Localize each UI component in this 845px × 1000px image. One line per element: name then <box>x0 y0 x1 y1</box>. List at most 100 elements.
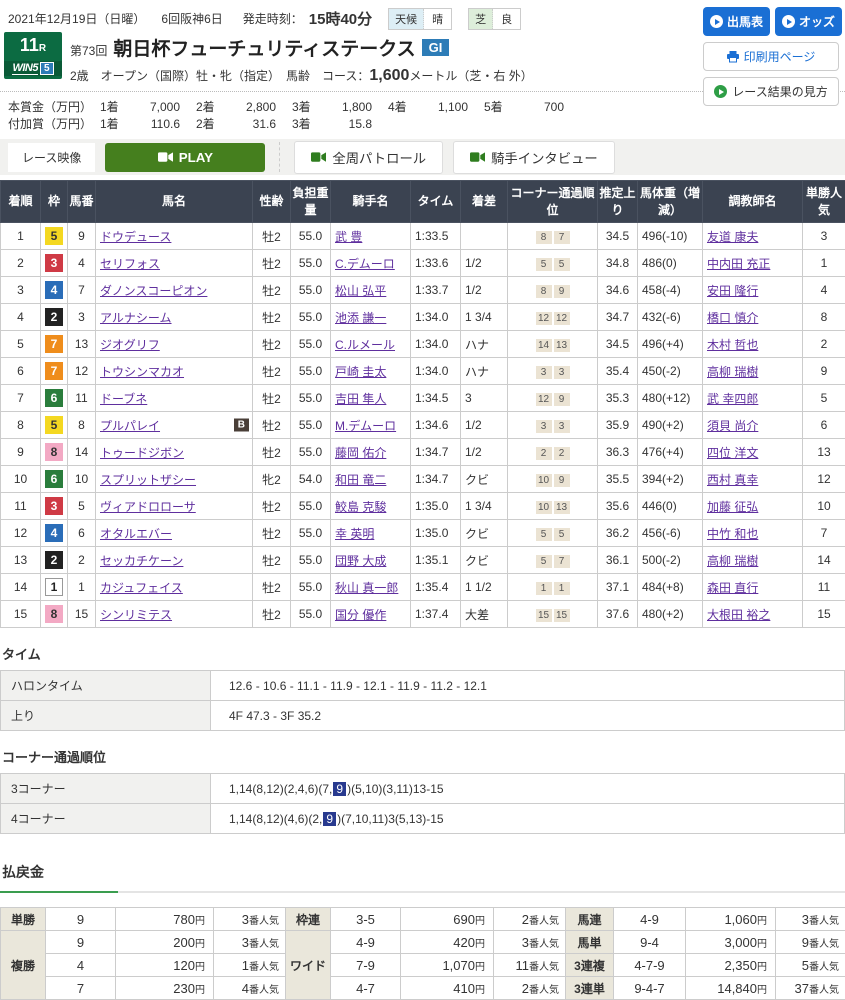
column-header: 騎手名 <box>331 181 411 223</box>
jockey-link[interactable]: 藤岡 佑介 <box>335 446 386 460</box>
finish-position: 9 <box>1 439 41 466</box>
trainer-link[interactable]: 中内田 充正 <box>707 257 770 271</box>
jockey-link[interactable]: M.デムーロ <box>335 419 396 433</box>
trainer-link[interactable]: 大根田 裕之 <box>707 608 770 622</box>
frame-number-badge: 1 <box>45 578 63 596</box>
horse-link[interactable]: セッカチケーン <box>100 554 183 568</box>
frame-cell: 6 <box>41 385 68 412</box>
play-button[interactable]: PLAY <box>105 143 265 172</box>
horse-name-cell: プルパレイB <box>96 412 253 439</box>
finish-time: 1:34.0 <box>411 331 461 358</box>
jockey-link[interactable]: 吉田 隼人 <box>335 392 386 406</box>
trainer-link[interactable]: 須貝 尚介 <box>707 419 758 433</box>
corner-order-badge: 3 <box>536 366 552 379</box>
trainer-link[interactable]: 四位 洋文 <box>707 446 758 460</box>
jockey-link[interactable]: 団野 大成 <box>335 554 386 568</box>
last-furlongs-value: 4F 47.3 - 3F 35.2 <box>211 701 845 731</box>
entry-table-button[interactable]: 出馬表 <box>703 7 770 36</box>
horse-weight: 480(+2) <box>638 601 703 628</box>
jockey-link[interactable]: 戸崎 圭太 <box>335 365 386 379</box>
last-3f-time: 34.5 <box>598 223 638 250</box>
result-row: 5 7 13 ジオグリフ 牡2 55.0 C.ルメール 1:34.0 ハナ 14… <box>1 331 845 358</box>
frame-number-badge: 4 <box>45 524 63 542</box>
last-3f-time: 35.9 <box>598 412 638 439</box>
carried-weight: 55.0 <box>291 358 331 385</box>
turf-condition-box: 芝 良 <box>468 8 521 30</box>
win-favorite-rank: 5 <box>803 385 845 412</box>
trainer-link[interactable]: 森田 直行 <box>707 581 758 595</box>
margin: 1/2 <box>461 250 508 277</box>
horse-link[interactable]: ヴィアドロローサ <box>100 500 196 514</box>
trainer-link[interactable]: 安田 隆行 <box>707 284 758 298</box>
jockey-link[interactable]: 幸 英明 <box>335 527 374 541</box>
payout-combination: 4-7 <box>331 977 401 1000</box>
trainer-link[interactable]: 高柳 瑞樹 <box>707 554 758 568</box>
trainer-link[interactable]: 武 幸四郎 <box>707 392 758 406</box>
jockey-link[interactable]: 国分 優作 <box>335 608 386 622</box>
payout-amount: 2,350円 <box>686 954 776 977</box>
table-row: 4コーナー 1,14(8,12)(4,6)(2,9)(7,10,11)3(5,1… <box>1 804 845 834</box>
trainer-link[interactable]: 木村 哲也 <box>707 338 758 352</box>
jockey-cell: C.ルメール <box>331 331 411 358</box>
carried-weight: 55.0 <box>291 520 331 547</box>
jockey-link[interactable]: 和田 竜二 <box>335 473 386 487</box>
race-date: 2021年12月19日（日曜） <box>8 10 145 27</box>
horse-link[interactable]: ダノンスコーピオン <box>100 284 207 298</box>
table-row: ハロンタイム 12.6 - 10.6 - 11.1 - 11.9 - 12.1 … <box>1 671 845 701</box>
horse-link[interactable]: トウシンマカオ <box>100 365 184 379</box>
frame-cell: 6 <box>41 466 68 493</box>
trainer-link[interactable]: 友道 康夫 <box>707 230 758 244</box>
payout-combination: 4-9 <box>614 908 686 931</box>
print-page-button[interactable]: 印刷用ページ <box>703 42 839 71</box>
corner-order-badge: 9 <box>554 393 570 406</box>
finish-time: 1:34.5 <box>411 385 461 412</box>
horse-link[interactable]: ジオグリフ <box>100 338 160 352</box>
corner-order-cell: 1515 <box>508 601 598 628</box>
corner-order-cell: 11 <box>508 574 598 601</box>
last-3f-time: 36.3 <box>598 439 638 466</box>
horse-link[interactable]: アルナシーム <box>100 311 172 325</box>
prize-item: 4着1,100 <box>388 99 484 116</box>
horse-link[interactable]: ドウデュース <box>100 230 171 244</box>
jockey-interview-button[interactable]: 騎手インタビュー <box>453 141 615 174</box>
arrow-circle-icon <box>710 15 723 28</box>
bet-type-label: 複勝 <box>1 931 46 1000</box>
corner-order-badge: 13 <box>554 339 570 352</box>
result-guide-button[interactable]: レース結果の見方 <box>703 77 839 106</box>
horse-link[interactable]: トゥードジボン <box>100 446 184 460</box>
horse-link[interactable]: カジュフェイス <box>100 581 183 595</box>
jockey-link[interactable]: 松山 弘平 <box>335 284 386 298</box>
carried-weight: 55.0 <box>291 439 331 466</box>
jockey-link[interactable]: C.デムーロ <box>335 257 395 271</box>
horse-link[interactable]: プルパレイ <box>100 419 160 433</box>
jockey-link[interactable]: C.ルメール <box>335 338 395 352</box>
jockey-link[interactable]: 鮫島 克駿 <box>335 500 386 514</box>
carried-weight: 55.0 <box>291 250 331 277</box>
trainer-link[interactable]: 西村 真幸 <box>707 473 758 487</box>
horse-link[interactable]: ドーブネ <box>100 392 147 406</box>
corner-order-badge: 15 <box>536 609 552 622</box>
corner-order-value: 1,14(8,12)(2,4,6)(7,9)(5,10)(3,11)13-15 <box>211 774 845 804</box>
jockey-link[interactable]: 武 豊 <box>335 230 362 244</box>
win-favorite-rank: 10 <box>803 493 845 520</box>
finish-time: 1:34.7 <box>411 466 461 493</box>
jockey-link[interactable]: 池添 謙一 <box>335 311 386 325</box>
trainer-link[interactable]: 加藤 征弘 <box>707 500 758 514</box>
patrol-video-button[interactable]: 全周パトロール <box>294 141 443 174</box>
payout-combination: 9-4-7 <box>614 977 686 1000</box>
payout-popularity: 3番人気 <box>494 931 566 954</box>
furlong-time-label: ハロンタイム <box>1 671 211 701</box>
payout-combination: 4-9 <box>331 931 401 954</box>
horse-link[interactable]: オタルエバー <box>100 527 172 541</box>
odds-button[interactable]: オッズ <box>775 7 842 36</box>
horse-link[interactable]: セリフォス <box>100 257 160 271</box>
horse-link[interactable]: シンリミテス <box>100 608 172 622</box>
trainer-link[interactable]: 橋口 慎介 <box>707 311 758 325</box>
horse-link[interactable]: スプリットザシー <box>100 473 196 487</box>
trainer-link[interactable]: 中竹 和也 <box>707 527 758 541</box>
result-row: 11 3 5 ヴィアドロローサ 牡2 55.0 鮫島 克駿 1:35.0 1 3… <box>1 493 845 520</box>
prize-item: 2着2,800 <box>196 99 292 116</box>
table-row: 3コーナー 1,14(8,12)(2,4,6)(7,9)(5,10)(3,11)… <box>1 774 845 804</box>
jockey-link[interactable]: 秋山 真一郎 <box>335 581 398 595</box>
trainer-link[interactable]: 高柳 瑞樹 <box>707 365 758 379</box>
